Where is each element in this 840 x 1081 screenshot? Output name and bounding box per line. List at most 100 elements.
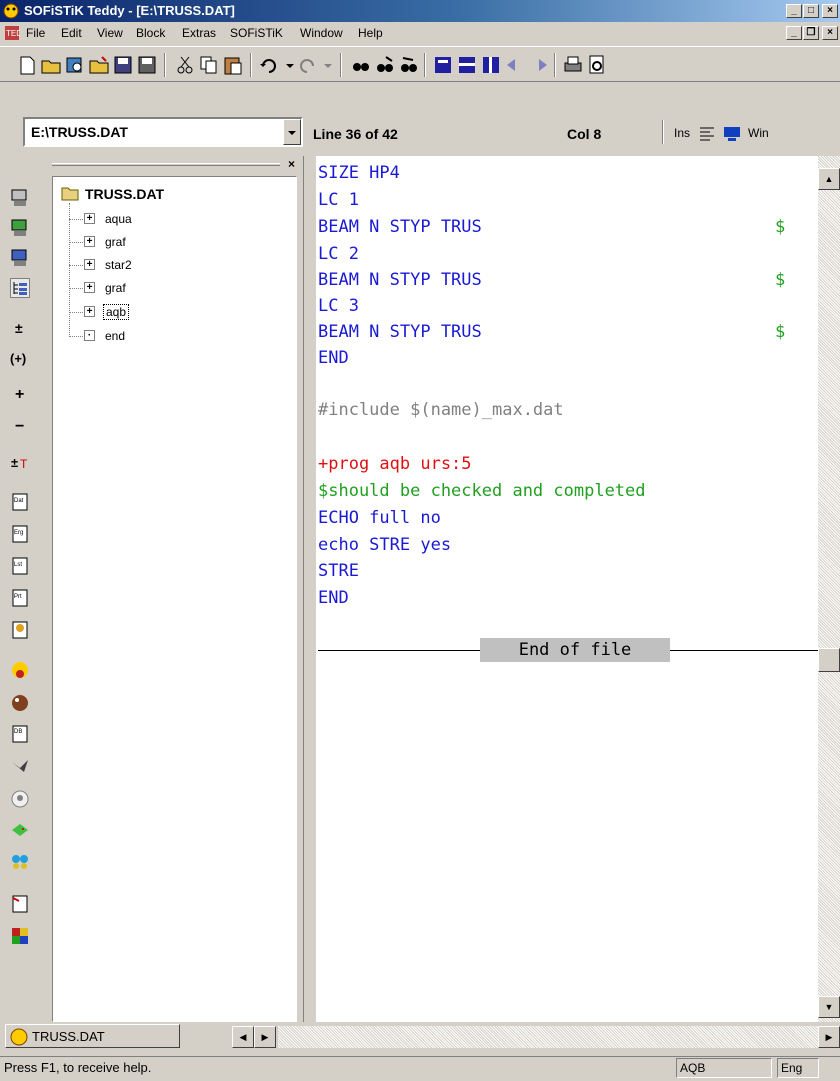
new-file-icon[interactable] — [16, 54, 38, 76]
find-icon[interactable] — [350, 54, 372, 76]
tree-item-aqua[interactable]: aqua — [105, 212, 132, 226]
document-tab-label: TRUSS.DAT — [32, 1029, 105, 1044]
scroll-up-icon[interactable]: ▲ — [818, 168, 840, 190]
svg-text:Prt: Prt — [14, 594, 22, 600]
align-lines-icon[interactable] — [698, 124, 716, 145]
copy-icon[interactable] — [198, 54, 220, 76]
document-icon[interactable]: TED — [4, 25, 22, 41]
save-icon[interactable] — [112, 54, 134, 76]
tree-expander[interactable]: + — [84, 213, 95, 224]
tree-expander[interactable]: + — [84, 306, 95, 317]
combo-dropdown-icon[interactable] — [283, 119, 301, 145]
teddy-app-icon[interactable] — [3, 3, 19, 19]
tree-root-label[interactable]: TRUSS.DAT — [85, 186, 164, 202]
tree-item-star2[interactable]: star2 — [105, 258, 132, 272]
vertical-scrollbar[interactable]: ▲ ▼ — [818, 156, 840, 1022]
tree-close-icon[interactable]: × — [288, 157, 295, 171]
menu-edit[interactable]: Edit — [61, 26, 82, 40]
computer-blue-icon[interactable] — [10, 248, 30, 268]
open-recent-icon[interactable] — [88, 54, 110, 76]
scroll-down-icon[interactable]: ▼ — [818, 996, 840, 1018]
folder-icon — [61, 185, 79, 204]
teddy-bear-icon[interactable] — [10, 660, 30, 680]
file-red-icon[interactable] — [10, 894, 30, 914]
computer-icon[interactable] — [10, 188, 30, 208]
find-next-icon[interactable] — [374, 54, 396, 76]
undo-icon[interactable] — [258, 54, 280, 76]
expand-collapse-icon[interactable]: ± — [10, 318, 30, 338]
print-preview-icon[interactable] — [586, 54, 608, 76]
redo-dropdown-icon[interactable] — [318, 54, 340, 76]
menu-view[interactable]: View — [97, 26, 123, 40]
animal-brown-icon[interactable] — [10, 692, 30, 712]
sheep-icon[interactable] — [10, 788, 30, 808]
svg-text:±: ± — [11, 455, 18, 470]
fish-icon[interactable] — [10, 820, 30, 840]
tree-item-graf[interactable]: graf — [105, 235, 126, 249]
svg-text:−: − — [15, 418, 24, 435]
indent-left-icon[interactable] — [504, 54, 526, 76]
svg-text:(+): (+) — [10, 351, 26, 366]
expand-icon[interactable]: + — [10, 384, 30, 404]
code-line-include: #include $(name)_max.dat — [318, 400, 564, 420]
replace-icon[interactable] — [398, 54, 420, 76]
toggle-level-icon[interactable]: ± T — [10, 452, 30, 472]
file-combo-box[interactable]: E:\TRUSS.DAT — [23, 117, 303, 147]
tree-item-aqb[interactable]: aqb — [103, 304, 130, 320]
tree-item-end[interactable]: end — [105, 329, 125, 343]
database-icon[interactable]: DB — [10, 724, 30, 744]
menu-sofistik[interactable]: SOFiSTiK — [230, 26, 283, 40]
butterfly-icon[interactable] — [10, 852, 30, 872]
tree-item-graf-2[interactable]: graf — [105, 281, 126, 295]
print-icon[interactable] — [562, 54, 584, 76]
indent-right-icon[interactable] — [528, 54, 550, 76]
block-lines-icon[interactable] — [456, 54, 478, 76]
tree-leaf-marker[interactable]: · — [84, 330, 95, 341]
tree-view-icon[interactable] — [10, 278, 30, 298]
close-button[interactable]: × — [822, 4, 838, 18]
prt-file-icon[interactable]: Prt — [10, 588, 30, 608]
dat-file-icon[interactable]: Dat — [10, 492, 30, 512]
block-select-icon[interactable] — [432, 54, 454, 76]
vertical-scroll-thumb[interactable] — [818, 648, 840, 672]
menu-file[interactable]: File — [26, 26, 45, 40]
report-file-icon[interactable] — [10, 620, 30, 640]
maximize-button[interactable]: □ — [803, 4, 819, 18]
status-language-panel: Eng — [777, 1058, 819, 1078]
lst-file-icon[interactable]: Lst — [10, 556, 30, 576]
tree-expander[interactable]: + — [84, 236, 95, 247]
menu-block[interactable]: Block — [136, 26, 165, 40]
doc-minimize-button[interactable]: _ — [786, 26, 802, 40]
menu-help[interactable]: Help — [358, 26, 383, 40]
window-mode-icon[interactable] — [722, 124, 742, 145]
erg-file-icon[interactable]: Erg — [10, 524, 30, 544]
doc-restore-button[interactable]: ❐ — [803, 26, 819, 40]
tab-scroll-right-icon[interactable]: ▶ — [254, 1026, 276, 1048]
computer-green-icon[interactable] — [10, 218, 30, 238]
editor-gutter — [304, 156, 316, 1022]
tree-expander[interactable]: + — [84, 282, 95, 293]
scroll-right-icon[interactable]: ▶ — [818, 1026, 840, 1048]
paste-icon[interactable] — [222, 54, 244, 76]
insert-mode-label[interactable]: Ins — [674, 126, 690, 140]
collapse-icon[interactable]: − — [10, 416, 30, 436]
redo-icon[interactable] — [296, 54, 318, 76]
menu-extras[interactable]: Extras — [182, 26, 216, 40]
horizontal-scrollbar[interactable] — [278, 1026, 818, 1048]
tab-scroll-left-icon[interactable]: ◀ — [232, 1026, 254, 1048]
bird-icon[interactable] — [10, 756, 30, 776]
open-folder-icon[interactable] — [40, 54, 62, 76]
cut-icon[interactable] — [174, 54, 196, 76]
document-tab[interactable]: TRUSS.DAT — [5, 1024, 180, 1048]
colorful-grid-icon[interactable] — [10, 926, 30, 946]
block-column-icon[interactable] — [480, 54, 502, 76]
doc-close-button[interactable]: × — [822, 26, 838, 40]
window-mode-label[interactable]: Win — [748, 126, 769, 140]
save-all-icon[interactable] — [136, 54, 158, 76]
tree-panel-grip[interactable]: × — [52, 157, 297, 172]
expand-all-icon[interactable]: (+) — [10, 348, 30, 368]
tree-expander[interactable]: + — [84, 259, 95, 270]
find-file-icon[interactable] — [64, 54, 86, 76]
menu-window[interactable]: Window — [300, 26, 343, 40]
minimize-button[interactable]: _ — [786, 4, 802, 18]
